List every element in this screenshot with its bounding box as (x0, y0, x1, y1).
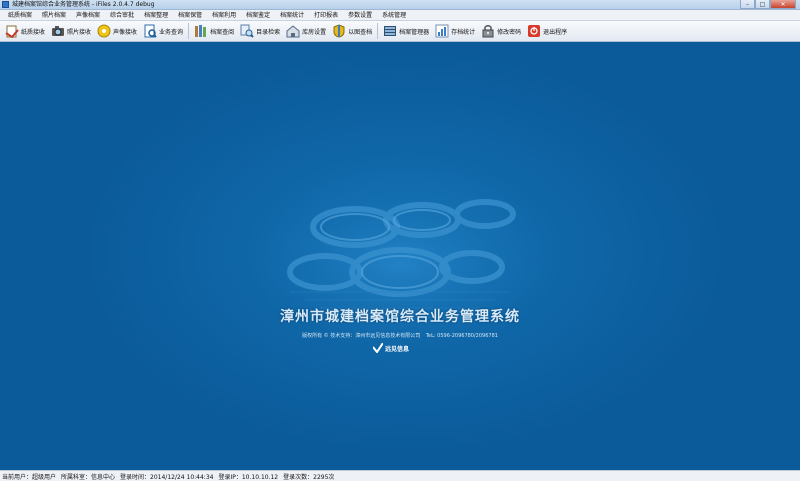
storeroom-settings-button[interactable]: 库房设置 (283, 22, 329, 40)
menu-system[interactable]: 系统管理 (377, 10, 411, 21)
menu-bar: 纸质档案 照片档案 声像档案 综合审批 档案整理 档案保管 档案利用 档案鉴定 … (0, 10, 800, 21)
status-login-count: 登录次数：2295次 (283, 473, 335, 481)
paper-receive-icon (5, 24, 19, 38)
menu-archive-storage[interactable]: 档案保管 (173, 10, 207, 21)
app-window: 城建档案馆综合业务管理系统 - iFiles 2.0.4.7 debug – □… (0, 0, 800, 481)
archive-view-button[interactable]: 档案查阅 (191, 22, 237, 40)
audio-video-receive-icon (97, 24, 111, 38)
menu-paper-archive[interactable]: 纸质档案 (3, 10, 37, 21)
business-query-button[interactable]: 业务查询 (140, 22, 186, 40)
exit-button[interactable]: 退出程序 (524, 22, 570, 40)
maximize-button[interactable]: □ (755, 0, 770, 9)
audio-video-receive-button[interactable]: 声像接收 (94, 22, 140, 40)
photo-receive-icon (51, 24, 65, 38)
archive-manager-button[interactable]: 档案管理器 (380, 22, 432, 40)
archive-stats-icon (435, 24, 449, 38)
close-button[interactable]: ✕ (770, 0, 796, 9)
catalog-search-button[interactable]: 目录检索 (237, 22, 283, 40)
main-desktop-area: 漳州市城建档案馆综合业务管理系统 版权所有 © 技术支持：漳州市远见信息技术有限… (0, 42, 800, 470)
menu-parameters[interactable]: 参数设置 (343, 10, 377, 21)
archive-view-icon (194, 24, 208, 38)
telephone-text: TeL: 0596-2096780/2096781 (425, 333, 498, 339)
menu-archive-arrange[interactable]: 档案整理 (139, 10, 173, 21)
status-bar: 当前用户：超级用户 所属科室：信息中心 登录时间：2014/12/24 10:4… (0, 470, 800, 481)
checkmark-logo-icon (373, 343, 383, 353)
menu-archive-stats[interactable]: 档案统计 (275, 10, 309, 21)
status-department: 所属科室：信息中心 (61, 473, 116, 481)
map-search-icon (332, 24, 346, 38)
copyright-text: 版权所有 © 技术支持：漳州市远见信息技术有限公司 (302, 333, 421, 339)
map-search-button[interactable]: 以图查档 (329, 22, 375, 40)
splash-title: 漳州市城建档案馆综合业务管理系统 (280, 309, 520, 325)
splash-credits: 版权所有 © 技术支持：漳州市远见信息技术有限公司 TeL: 0596-2096… (0, 332, 800, 339)
status-login-time: 登录时间：2014/12/24 10:44:34 (120, 473, 214, 481)
toolbar-separator (377, 23, 379, 39)
title-bar[interactable]: 城建档案馆综合业务管理系统 - iFiles 2.0.4.7 debug – □… (0, 0, 800, 10)
exit-icon (527, 24, 541, 38)
status-login-ip: 登录IP：10.10.10.12 (218, 473, 279, 481)
toolbar-separator (188, 23, 190, 39)
minimize-button[interactable]: – (740, 0, 755, 9)
window-controls: – □ ✕ (740, 0, 796, 9)
app-icon (2, 1, 9, 8)
paper-receive-button[interactable]: 纸质接收 (2, 22, 48, 40)
menu-archive-use[interactable]: 档案利用 (207, 10, 241, 21)
catalog-search-icon (240, 24, 254, 38)
window-title: 城建档案馆综合业务管理系统 - iFiles 2.0.4.7 debug (12, 0, 155, 8)
menu-print-report[interactable]: 打印报表 (309, 10, 343, 21)
brand-name: 远见信息 (385, 345, 410, 353)
archive-stats-button[interactable]: 存档统计 (432, 22, 478, 40)
menu-approval[interactable]: 综合审批 (105, 10, 139, 21)
business-query-icon (143, 24, 157, 38)
toolbar: 纸质接收 照片接收 声像接收 业务查询 档案查阅 目录检索 库房设置 以图查档 … (0, 21, 800, 42)
brand-logo: 远见信息 (373, 343, 409, 353)
menu-photo-archive[interactable]: 照片档案 (37, 10, 71, 21)
change-password-icon (481, 24, 495, 38)
change-password-button[interactable]: 修改密码 (478, 22, 524, 40)
menu-archive-appraisal[interactable]: 档案鉴定 (241, 10, 275, 21)
status-current-user: 当前用户：超级用户 (2, 473, 57, 481)
storeroom-settings-icon (286, 24, 300, 38)
photo-receive-button[interactable]: 照片接收 (48, 22, 94, 40)
archive-manager-icon (383, 24, 397, 38)
menu-audio-video-archive[interactable]: 声像档案 (71, 10, 105, 21)
